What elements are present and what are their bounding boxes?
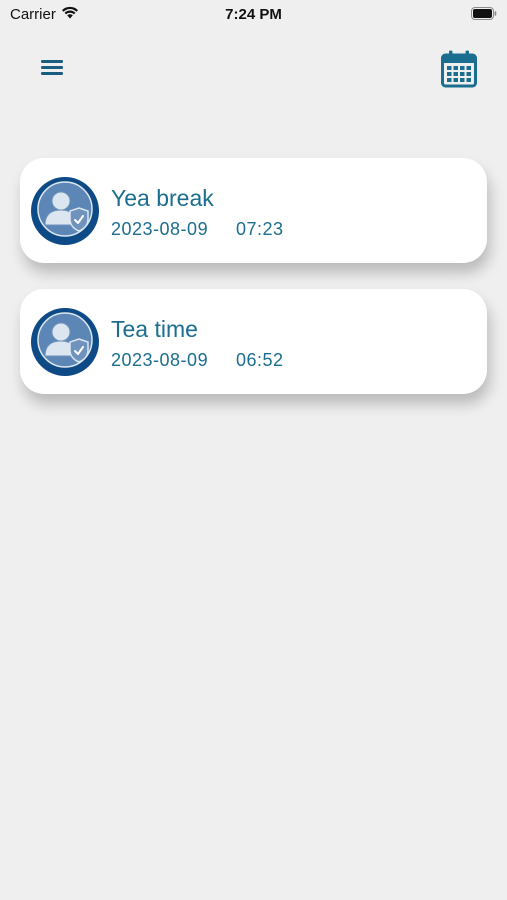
- calendar-icon: [441, 50, 477, 93]
- entry-list: Yea break 2023-08-09 07:23 Tea time 2023…: [20, 158, 487, 420]
- avatar: [31, 177, 99, 245]
- battery-icon: [471, 7, 497, 20]
- status-time: 7:24 PM: [225, 6, 282, 23]
- entry-title: Tea time: [111, 316, 198, 342]
- entry-date: 2023-08-09: [111, 219, 209, 239]
- entry-title: Yea break: [111, 185, 214, 211]
- entry-time: 07:23: [236, 219, 284, 239]
- menu-button[interactable]: [36, 56, 68, 84]
- menu-icon: [41, 59, 63, 81]
- status-bar: Carrier 7:24 PM: [0, 0, 507, 30]
- entry-card[interactable]: Yea break 2023-08-09 07:23: [20, 158, 487, 263]
- user-shield-icon: [35, 310, 95, 375]
- entry-card[interactable]: Tea time 2023-08-09 06:52: [20, 289, 487, 394]
- nav-bar: [0, 46, 507, 96]
- calendar-button[interactable]: [439, 50, 479, 92]
- avatar: [31, 308, 99, 376]
- user-shield-icon: [35, 179, 95, 244]
- entry-date: 2023-08-09: [111, 350, 209, 370]
- entry-time: 06:52: [236, 350, 284, 370]
